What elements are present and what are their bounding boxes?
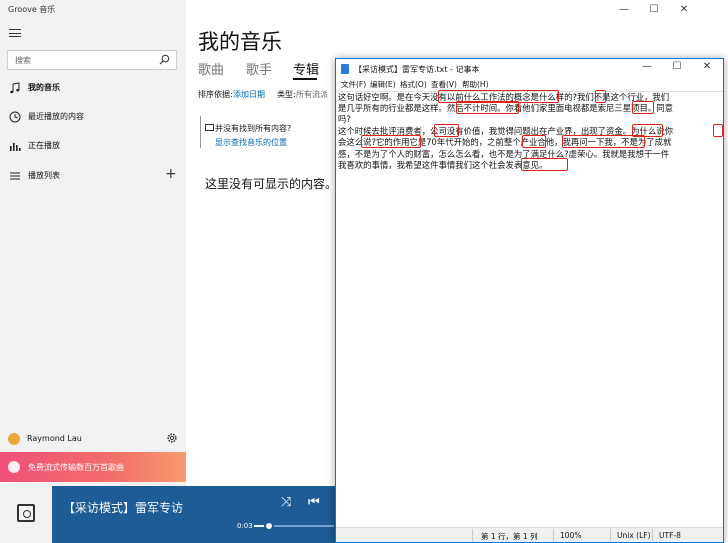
progress-fill bbox=[254, 525, 264, 527]
minimize-button[interactable]: — bbox=[617, 4, 631, 15]
disc-icon bbox=[17, 504, 35, 522]
empty-message: 这里没有可显示的内容。 bbox=[205, 177, 338, 191]
search-placeholder: 搜索 bbox=[15, 56, 31, 65]
maximize-button[interactable]: ☐ bbox=[662, 61, 692, 72]
text-area[interactable]: 这句话好空啊。是在今天没有以前什么工作法的概念是什么样的?我们不是这个行业，我们… bbox=[336, 90, 723, 527]
nav-item-playlists[interactable]: 播放列表 + bbox=[0, 162, 186, 190]
nav-label: 我的音乐 bbox=[28, 83, 60, 92]
tab-artists[interactable]: 歌手 bbox=[246, 59, 272, 78]
close-button[interactable]: ✕ bbox=[677, 4, 691, 15]
annotation-box bbox=[434, 124, 459, 137]
search-icon[interactable] bbox=[159, 54, 170, 65]
nav-item-my-music[interactable]: 我的音乐 bbox=[0, 74, 186, 102]
annotation-box bbox=[713, 124, 723, 137]
show-music-locations-link[interactable]: 显示查找音乐的位置 bbox=[215, 137, 287, 148]
status-separator bbox=[610, 529, 611, 541]
annotation-box bbox=[522, 135, 546, 148]
sort-dropdown[interactable]: 添加日期 bbox=[233, 89, 265, 100]
cursor-position: 第 1 行，第 1 列 bbox=[481, 532, 538, 541]
menu-edit[interactable]: 编辑(E) bbox=[370, 79, 396, 90]
encoding: UTF-8 bbox=[659, 531, 681, 540]
annotation-box bbox=[632, 101, 654, 114]
annotation-box bbox=[456, 101, 519, 114]
nav-item-recent[interactable]: 最近播放的内容 bbox=[0, 103, 186, 131]
status-separator bbox=[553, 529, 554, 541]
song-title[interactable]: 【采访模式】雷军专访 bbox=[63, 499, 183, 516]
notepad-icon bbox=[341, 64, 349, 74]
desktop: Groove 音乐 搜索 我的音乐 最近播放的内容 正在播放 播放列表 + Ra… bbox=[0, 0, 728, 543]
close-button[interactable]: ✕ bbox=[692, 61, 722, 72]
search-box[interactable]: 搜索 bbox=[7, 50, 177, 70]
status-separator bbox=[652, 529, 653, 541]
music-note-icon bbox=[10, 82, 20, 94]
folder-icon bbox=[205, 124, 214, 131]
hamburger-menu-icon[interactable] bbox=[9, 29, 21, 37]
album-art[interactable] bbox=[0, 486, 52, 543]
progress-handle[interactable] bbox=[264, 521, 274, 531]
tab-songs[interactable]: 歌曲 bbox=[198, 59, 224, 78]
text-line: 我喜欢的事情，我希望这件事情我们这个社会发表意见。 bbox=[338, 160, 548, 170]
text-line: 吗? bbox=[338, 114, 351, 124]
elapsed-time: 0:03 bbox=[237, 522, 253, 530]
annotation-box bbox=[595, 90, 606, 103]
menu-help[interactable]: 帮助(H) bbox=[462, 79, 489, 90]
sort-label: 排序依据: bbox=[198, 90, 233, 99]
user-name: Raymond Lau bbox=[27, 434, 82, 443]
filter-label: 类型: bbox=[277, 90, 296, 99]
tab-albums[interactable]: 专辑 bbox=[293, 59, 319, 78]
promo-banner[interactable]: 免费流式传输数百万首歌曲 bbox=[0, 452, 186, 482]
zoom-level: 100% bbox=[560, 531, 582, 540]
user-account[interactable]: Raymond Lau bbox=[0, 428, 186, 452]
spotify-icon bbox=[8, 461, 20, 473]
gear-icon[interactable] bbox=[166, 432, 178, 444]
avatar bbox=[8, 433, 20, 445]
annotation-box bbox=[361, 135, 421, 148]
nav-item-now-playing[interactable]: 正在播放 bbox=[0, 132, 186, 160]
menu-format[interactable]: 格式(O) bbox=[400, 79, 427, 90]
nav-label: 正在播放 bbox=[28, 141, 60, 150]
minimize-button[interactable]: — bbox=[632, 61, 662, 72]
playlist-icon bbox=[10, 172, 20, 180]
annotation-box bbox=[521, 158, 568, 171]
active-tab-indicator bbox=[293, 78, 317, 80]
notice-question: 并没有找到所有内容? bbox=[215, 124, 292, 133]
filter-dropdown[interactable]: 所有流派 bbox=[296, 89, 328, 100]
shuffle-icon[interactable]: ⤨ bbox=[281, 495, 291, 510]
add-playlist-icon[interactable]: + bbox=[165, 166, 177, 182]
clock-icon bbox=[9, 111, 21, 123]
sidebar: Groove 音乐 搜索 我的音乐 最近播放的内容 正在播放 播放列表 + Ra… bbox=[0, 0, 186, 543]
nav-label: 播放列表 bbox=[28, 171, 60, 180]
page-title: 我的音乐 bbox=[198, 30, 282, 54]
previous-icon[interactable]: ⏮ bbox=[308, 495, 320, 510]
missing-content-notice: 并没有找到所有内容? 显示查找音乐的位置 bbox=[200, 116, 336, 148]
notepad-title: 【采访模式】雷军专访.txt - 记事本 bbox=[354, 65, 480, 74]
nav-label: 最近播放的内容 bbox=[28, 112, 84, 121]
menu-file[interactable]: 文件(F) bbox=[341, 79, 366, 90]
menu-view[interactable]: 查看(V) bbox=[431, 79, 457, 90]
notepad-window: 【采访模式】雷军专访.txt - 记事本 — ☐ ✕ 文件(F) 编辑(E) 格… bbox=[335, 58, 724, 543]
line-ending: Unix (LF) bbox=[617, 531, 651, 540]
equalizer-icon bbox=[10, 143, 21, 151]
status-separator bbox=[472, 529, 473, 541]
maximize-button[interactable]: ☐ bbox=[647, 4, 661, 15]
status-bar: 第 1 行，第 1 列 100% Unix (LF) UTF-8 bbox=[336, 527, 723, 542]
promo-text: 免费流式传输数百万首歌曲 bbox=[28, 463, 124, 472]
annotation-box bbox=[562, 135, 645, 148]
app-title: Groove 音乐 bbox=[8, 5, 56, 14]
text-line: 感，不是为了个人的财富，怎么怎么看，也不是为了满足什么?虚荣心。我就是我想干一件 bbox=[338, 149, 670, 159]
notepad-titlebar[interactable]: 【采访模式】雷军专访.txt - 记事本 — ☐ ✕ bbox=[336, 59, 723, 79]
